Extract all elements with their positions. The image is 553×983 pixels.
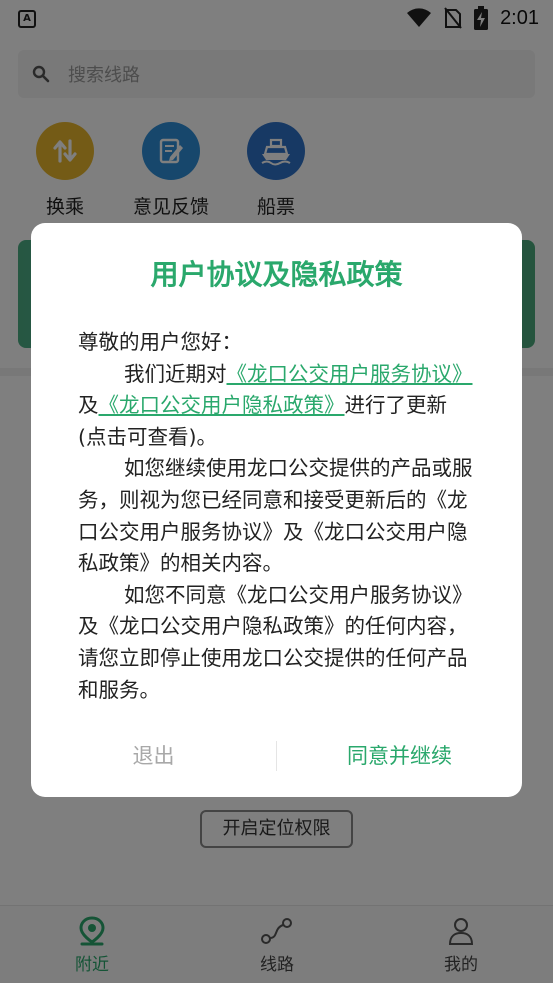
- continue-text: 如您继续使用龙口公交提供的产品或服务，则视为您已经同意和接受更新后的《龙口公交用…: [78, 456, 473, 576]
- update-mid: 及: [78, 393, 99, 418]
- exit-button[interactable]: 退出: [31, 733, 276, 779]
- service-agreement-link[interactable]: 《龙口公交用户服务协议》: [227, 362, 473, 386]
- disagree-text: 如您不同意《龙口公交用户服务协议》及《龙口公交用户隐私政策》的任何内容，请您立即…: [78, 582, 473, 702]
- greeting-text: 尊敬的用户您好：: [78, 330, 242, 354]
- privacy-dialog: 用户协议及隐私政策 尊敬的用户您好： 我们近期对《龙口公交用户服务协议》及《龙口…: [31, 223, 522, 797]
- dialog-actions: 退出 同意并继续: [31, 733, 522, 779]
- paragraph-update: 我们近期对《龙口公交用户服务协议》及《龙口公交用户隐私政策》进行了更新(点击可查…: [78, 359, 474, 454]
- dialog-title: 用户协议及隐私政策: [150, 258, 403, 291]
- update-prefix: 我们近期对: [124, 361, 227, 386]
- paragraph-disagree: 如您不同意《龙口公交用户服务协议》及《龙口公交用户隐私政策》的任何内容，请您立即…: [78, 580, 474, 706]
- paragraph-continue: 如您继续使用龙口公交提供的产品或服务，则视为您已经同意和接受更新后的《龙口公交用…: [78, 453, 474, 579]
- agree-continue-button[interactable]: 同意并继续: [277, 733, 522, 779]
- privacy-policy-link[interactable]: 《龙口公交用户隐私政策》: [99, 393, 345, 417]
- dialog-body: 尊敬的用户您好： 我们近期对《龙口公交用户服务协议》及《龙口公交用户隐私政策》进…: [78, 327, 474, 706]
